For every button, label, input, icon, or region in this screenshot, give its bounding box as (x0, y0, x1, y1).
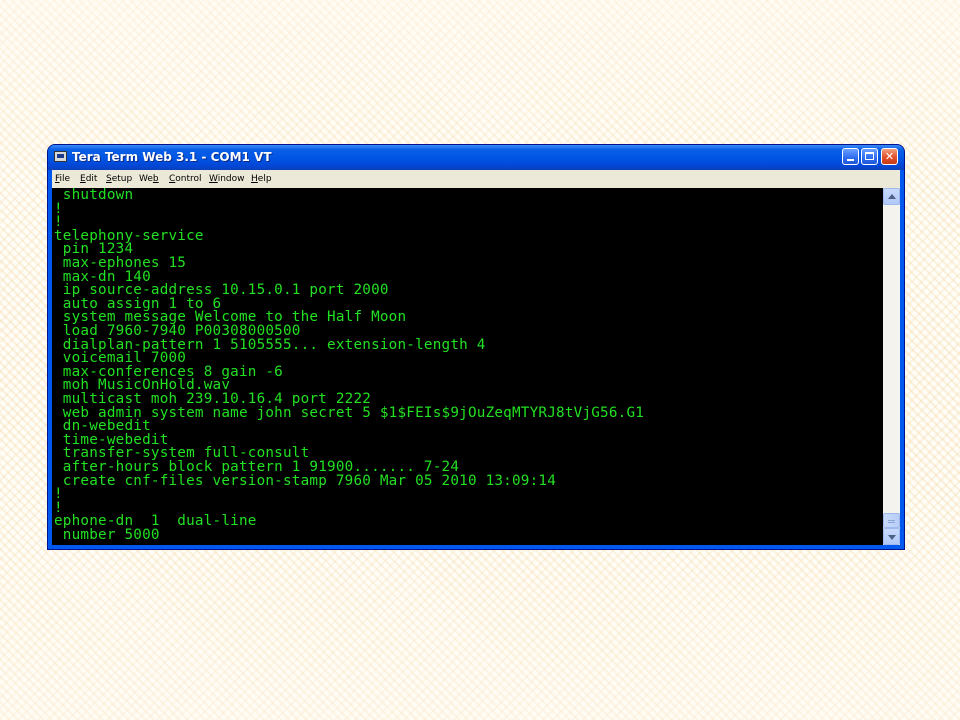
minimize-button[interactable] (842, 148, 859, 165)
menu-help[interactable]: Help (251, 170, 272, 188)
title-bar[interactable]: Tera Term Web 3.1 - COM1 VT ✕ (48, 145, 904, 170)
grip-icon (888, 520, 895, 521)
close-icon: ✕ (884, 150, 895, 163)
vertical-scrollbar[interactable] (883, 188, 900, 545)
maximize-button[interactable] (861, 148, 878, 165)
menu-file[interactable]: File (55, 170, 70, 188)
menu-edit[interactable]: Edit (80, 170, 97, 188)
tera-term-window: Tera Term Web 3.1 - COM1 VT ✕ File Edit … (48, 145, 904, 549)
menu-web[interactable]: Web (139, 170, 159, 188)
scroll-thumb[interactable] (883, 513, 900, 528)
terminal-line: create cnf-files version-stamp 7960 Mar … (54, 472, 557, 489)
maximize-icon (865, 152, 874, 160)
close-button[interactable]: ✕ (881, 148, 898, 165)
scroll-down-arrow-icon (888, 535, 896, 540)
terminal-line: number 5000 (54, 527, 160, 543)
menu-window[interactable]: Window (209, 170, 245, 188)
menu-control[interactable]: Control (169, 170, 202, 188)
scroll-down-button[interactable] (883, 528, 900, 545)
terminal-line: shutdown (54, 188, 134, 203)
terminal-icon[interactable] (54, 151, 67, 162)
scroll-up-arrow-icon (888, 194, 896, 199)
scroll-up-button[interactable] (883, 188, 900, 205)
menu-bar: File Edit Setup Web Control Window Help (52, 170, 900, 188)
window-title: Tera Term Web 3.1 - COM1 VT (72, 150, 272, 164)
terminal-screen[interactable]: shutdown ! ! telephony-service pin 1234 … (52, 188, 883, 545)
minimize-icon (847, 159, 854, 161)
menu-setup[interactable]: Setup (106, 170, 132, 188)
